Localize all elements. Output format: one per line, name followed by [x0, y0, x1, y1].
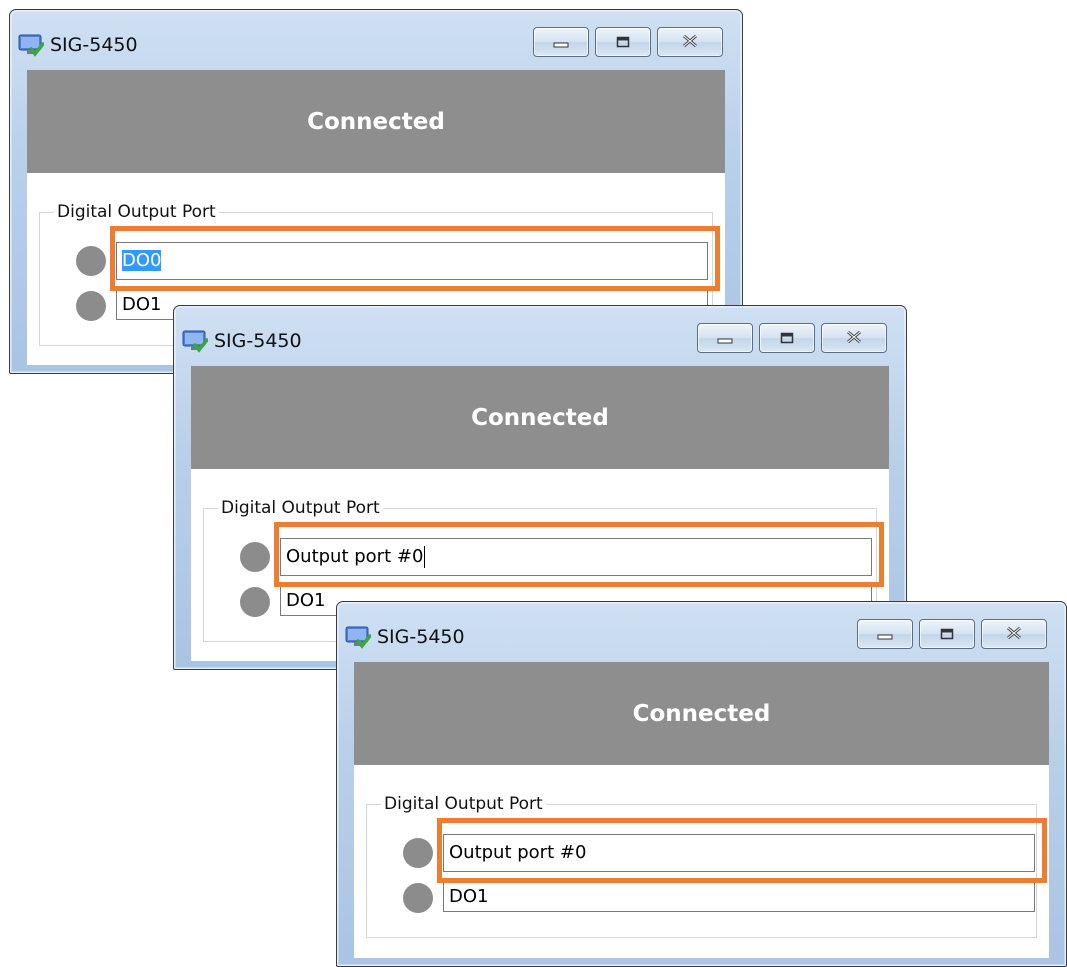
close-button[interactable] — [657, 27, 723, 57]
caption-buttons — [533, 27, 723, 57]
minimize-icon — [553, 33, 569, 52]
connection-status-banner: Connected — [27, 70, 725, 173]
maximize-icon — [616, 33, 630, 52]
caption-buttons — [857, 619, 1047, 649]
connection-status-banner: Connected — [191, 366, 889, 469]
minimize-button[interactable] — [697, 323, 753, 353]
connection-status-banner: Connected — [354, 662, 1049, 765]
led-indicator-do1 — [240, 587, 270, 617]
maximize-icon — [780, 329, 794, 348]
minimize-icon — [877, 625, 893, 644]
led-indicator-do0 — [76, 246, 106, 276]
maximize-icon — [940, 625, 954, 644]
caption-buttons — [697, 323, 887, 353]
app-icon — [18, 32, 45, 58]
port-name-input-1[interactable]: DO1 — [443, 882, 1035, 912]
highlight-box — [110, 226, 720, 291]
window-client: Connected Digital Output Port Output por… — [354, 662, 1049, 958]
minimize-button[interactable] — [857, 619, 913, 649]
maximize-button[interactable] — [759, 323, 815, 353]
app-icon — [345, 624, 372, 650]
close-button[interactable] — [821, 323, 887, 353]
app-icon — [182, 328, 209, 354]
close-button[interactable] — [981, 619, 1047, 649]
digital-output-port-group: Digital Output Port Output port #0 DO1 — [366, 793, 1047, 938]
highlight-box — [274, 522, 884, 587]
close-icon — [681, 33, 699, 52]
led-indicator-do1 — [403, 883, 433, 913]
window-title: SIG-5450 — [214, 330, 302, 352]
minimize-button[interactable] — [533, 27, 589, 57]
sig-window-3: SIG-5450 Connected Digital Output Port O… — [336, 601, 1067, 967]
minimize-icon — [717, 329, 733, 348]
maximize-button[interactable] — [919, 619, 975, 649]
close-icon — [845, 329, 863, 348]
highlight-box — [437, 818, 1047, 883]
led-indicator-do1 — [76, 291, 106, 321]
window-title: SIG-5450 — [50, 34, 138, 56]
led-indicator-do0 — [403, 838, 433, 868]
group-label: Digital Output Port — [54, 201, 219, 223]
led-indicator-do0 — [240, 542, 270, 572]
close-icon — [1005, 625, 1023, 644]
group-label: Digital Output Port — [218, 497, 383, 519]
window-title: SIG-5450 — [377, 626, 465, 648]
group-label: Digital Output Port — [381, 793, 546, 815]
maximize-button[interactable] — [595, 27, 651, 57]
